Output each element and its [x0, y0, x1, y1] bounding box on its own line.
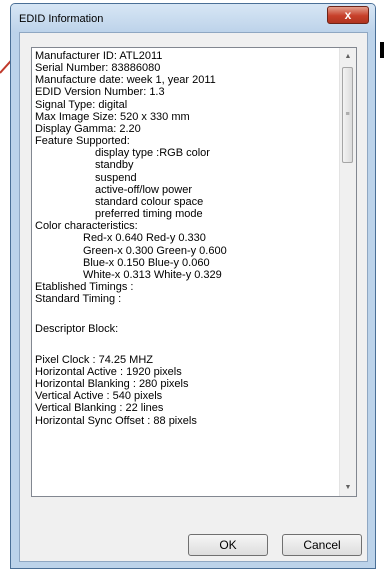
manufacturer-id-line: Manufacturer ID: ATL2011 — [35, 50, 163, 62]
vertical-scrollbar[interactable]: ▲ ≡ ▼ — [339, 48, 356, 496]
scroll-up-arrow-icon[interactable]: ▲ — [340, 48, 356, 65]
dialog-client-area: Manufacturer ID: ATL2011 Serial Number: … — [19, 32, 368, 562]
scroll-thumb[interactable]: ≡ — [342, 67, 353, 163]
max-image-size-line: Max Image Size: 520 x 330 mm — [35, 110, 190, 123]
descriptor-item: Vertical Blanking : 22 lines — [35, 402, 164, 415]
edid-version-line: EDID Version Number: 1.3 — [35, 86, 165, 99]
manufacture-date-line: Manufacture date: week 1, year 2011 — [35, 74, 216, 87]
dialog-title: EDID Information — [19, 13, 104, 25]
descriptor-block-header: Descriptor Block: — [35, 323, 119, 336]
color-item: Green-x 0.300 Green-y 0.600 — [83, 244, 227, 257]
color-item: Red-x 0.640 Red-y 0.330 — [83, 232, 206, 245]
descriptor-item: Vertical Active : 540 pixels — [35, 390, 163, 403]
feature-item: standard colour space — [95, 195, 204, 208]
descriptor-item: Horizontal Active : 1920 pixels — [35, 365, 182, 378]
feature-item: active-off/low power — [95, 183, 193, 196]
close-button[interactable]: x — [327, 6, 369, 24]
signal-type-line: Signal Type: digital — [35, 98, 128, 111]
descriptor-item: Horizontal Sync Offset : 88 pixels — [35, 414, 197, 427]
standard-timing-line: Standard Timing : — [35, 293, 122, 306]
scroll-down-arrow-icon[interactable]: ▼ — [340, 479, 356, 496]
feature-item: suspend — [95, 171, 137, 184]
serial-number-line: Serial Number: 83886080 — [35, 62, 161, 75]
edid-dialog: EDID Information x Manufacturer ID: ATL2… — [10, 3, 376, 569]
cancel-button[interactable]: Cancel — [282, 534, 362, 556]
background-text-cursor — [380, 42, 384, 58]
feature-item: standby — [95, 159, 134, 172]
edid-info-text: Manufacturer ID: ATL2011 Serial Number: … — [32, 50, 338, 427]
feature-header: Feature Supported: — [35, 135, 130, 148]
title-bar[interactable]: EDID Information x — [11, 4, 375, 32]
display-gamma-line: Display Gamma: 2.20 — [35, 122, 141, 135]
color-item: White-x 0.313 White-y 0.329 — [83, 268, 222, 281]
color-header: Color characteristics: — [35, 220, 138, 233]
feature-item: display type :RGB color — [95, 147, 210, 160]
descriptor-item: Horizontal Blanking : 280 pixels — [35, 378, 189, 391]
descriptor-item: Pixel Clock : 74.25 MHZ — [35, 353, 153, 366]
color-item: Blue-x 0.150 Blue-y 0.060 — [83, 256, 210, 269]
close-icon: x — [344, 8, 352, 22]
ok-button[interactable]: OK — [188, 534, 268, 556]
feature-item: preferred timing mode — [95, 208, 203, 221]
edid-info-textbox[interactable]: Manufacturer ID: ATL2011 Serial Number: … — [31, 47, 357, 497]
established-timings-line: Etablished Timings : — [35, 280, 134, 293]
scroll-grip-icon: ≡ — [345, 111, 350, 118]
